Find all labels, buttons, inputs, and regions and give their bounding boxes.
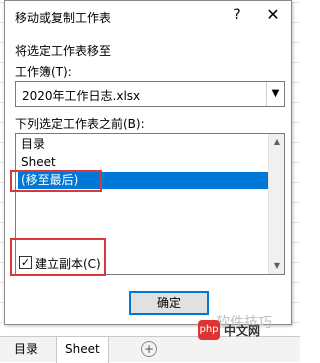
move-copy-dialog: 移动或复制工作表 ? ✕ 将选定工作表移至 工作簿(T): 2020年工作日志.… (4, 0, 292, 325)
workbook-value: 2020年工作日志.xlsx (22, 89, 141, 103)
add-sheet-icon[interactable]: + (141, 341, 157, 357)
scroll-down-icon[interactable]: ▼ (269, 258, 285, 274)
listbox-scrollbar[interactable]: ▲ ▼ (268, 134, 284, 274)
dialog-title: 移动或复制工作表 (15, 11, 112, 25)
list-item[interactable]: Sheet (18, 154, 268, 171)
highlight-box-move-to-end (10, 170, 102, 192)
watermark-site: 中文网 (224, 324, 261, 338)
watermark: 软件技巧 php 中文网 (178, 300, 300, 344)
highlight-box-create-copy (10, 238, 106, 276)
before-sheet-label: 下列选定工作表之前(B): (15, 117, 145, 131)
list-item[interactable]: 目录 (18, 136, 268, 153)
chevron-down-icon[interactable]: ▼ (266, 82, 284, 106)
close-icon[interactable]: ✕ (263, 5, 283, 25)
scroll-up-icon[interactable]: ▲ (269, 134, 285, 150)
tab-sheet[interactable]: Sheet (56, 337, 109, 363)
workbook-label: 工作簿(T): (15, 65, 72, 79)
php-logo-icon: php (198, 320, 220, 340)
help-icon[interactable]: ? (229, 7, 245, 25)
tab-directory[interactable]: 目录 (6, 337, 46, 363)
workbook-select[interactable]: 2020年工作日志.xlsx ▼ (15, 81, 285, 107)
move-to-label: 将选定工作表移至 (15, 44, 112, 58)
dialog-titlebar: 移动或复制工作表 ? ✕ (5, 1, 291, 31)
